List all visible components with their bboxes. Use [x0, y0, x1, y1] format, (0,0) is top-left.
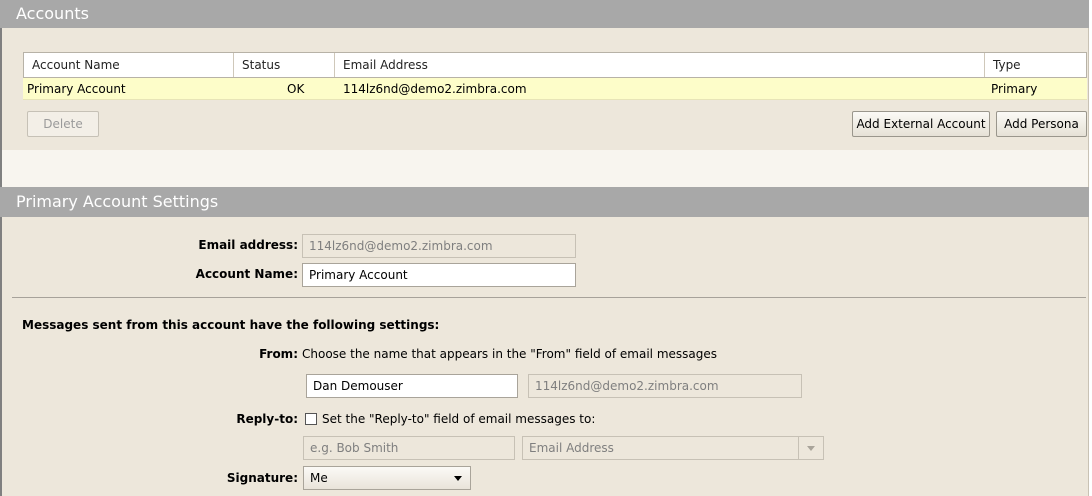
signature-select[interactable]: Me: [303, 466, 471, 490]
from-label: From:: [259, 347, 298, 361]
row-email: 114lz6nd@demo2.zimbra.com: [343, 82, 527, 96]
col-type[interactable]: Type: [985, 53, 1086, 77]
divider: [12, 297, 1086, 298]
from-hint: Choose the name that appears in the "Fro…: [302, 347, 718, 361]
row-status: OK: [287, 82, 305, 96]
reply-to-email-placeholder: Email Address: [529, 441, 614, 455]
accounts-table-header: Account Name Status Email Address Type: [23, 52, 1087, 78]
accounts-header: Accounts: [0, 0, 1089, 28]
accounts-title: Accounts: [16, 4, 89, 23]
select-separator: [798, 437, 799, 459]
settings-title: Primary Account Settings: [16, 192, 219, 211]
col-account-name[interactable]: Account Name: [24, 53, 234, 77]
reply-to-email-select[interactable]: Email Address: [522, 436, 824, 460]
settings-header: Primary Account Settings: [0, 187, 1089, 217]
section-gap: [2, 150, 1088, 187]
messages-heading: Messages sent from this account have the…: [22, 318, 440, 332]
email-address-label: Email address:: [198, 238, 298, 252]
from-name-input[interactable]: Dan Demouser: [306, 374, 518, 398]
email-address-field: 114lz6nd@demo2.zimbra.com: [302, 234, 576, 258]
reply-to-checkbox-icon[interactable]: [305, 413, 317, 425]
col-email-address[interactable]: Email Address: [335, 53, 985, 77]
from-email-field: 114lz6nd@demo2.zimbra.com: [528, 374, 802, 398]
row-type: Primary: [991, 82, 1038, 96]
table-row[interactable]: Primary Account OK 114lz6nd@demo2.zimbra…: [23, 78, 1087, 100]
reply-to-checkbox-label: Set the "Reply-to" field of email messag…: [322, 412, 596, 426]
row-account-name: Primary Account: [27, 82, 126, 96]
col-status[interactable]: Status: [234, 53, 335, 77]
account-name-input[interactable]: Primary Account: [302, 263, 576, 287]
delete-button[interactable]: Delete: [27, 111, 99, 137]
reply-to-name-input[interactable]: e.g. Bob Smith: [303, 436, 515, 460]
add-external-account-button[interactable]: Add External Account: [852, 111, 990, 137]
dropdown-caret-icon: [454, 476, 462, 481]
signature-label: Signature:: [226, 471, 298, 485]
add-persona-button[interactable]: Add Persona: [996, 111, 1087, 137]
signature-value: Me: [310, 471, 328, 485]
dropdown-caret-icon: [807, 446, 815, 451]
account-name-label: Account Name:: [195, 267, 298, 281]
reply-to-label: Reply-to:: [236, 412, 298, 426]
